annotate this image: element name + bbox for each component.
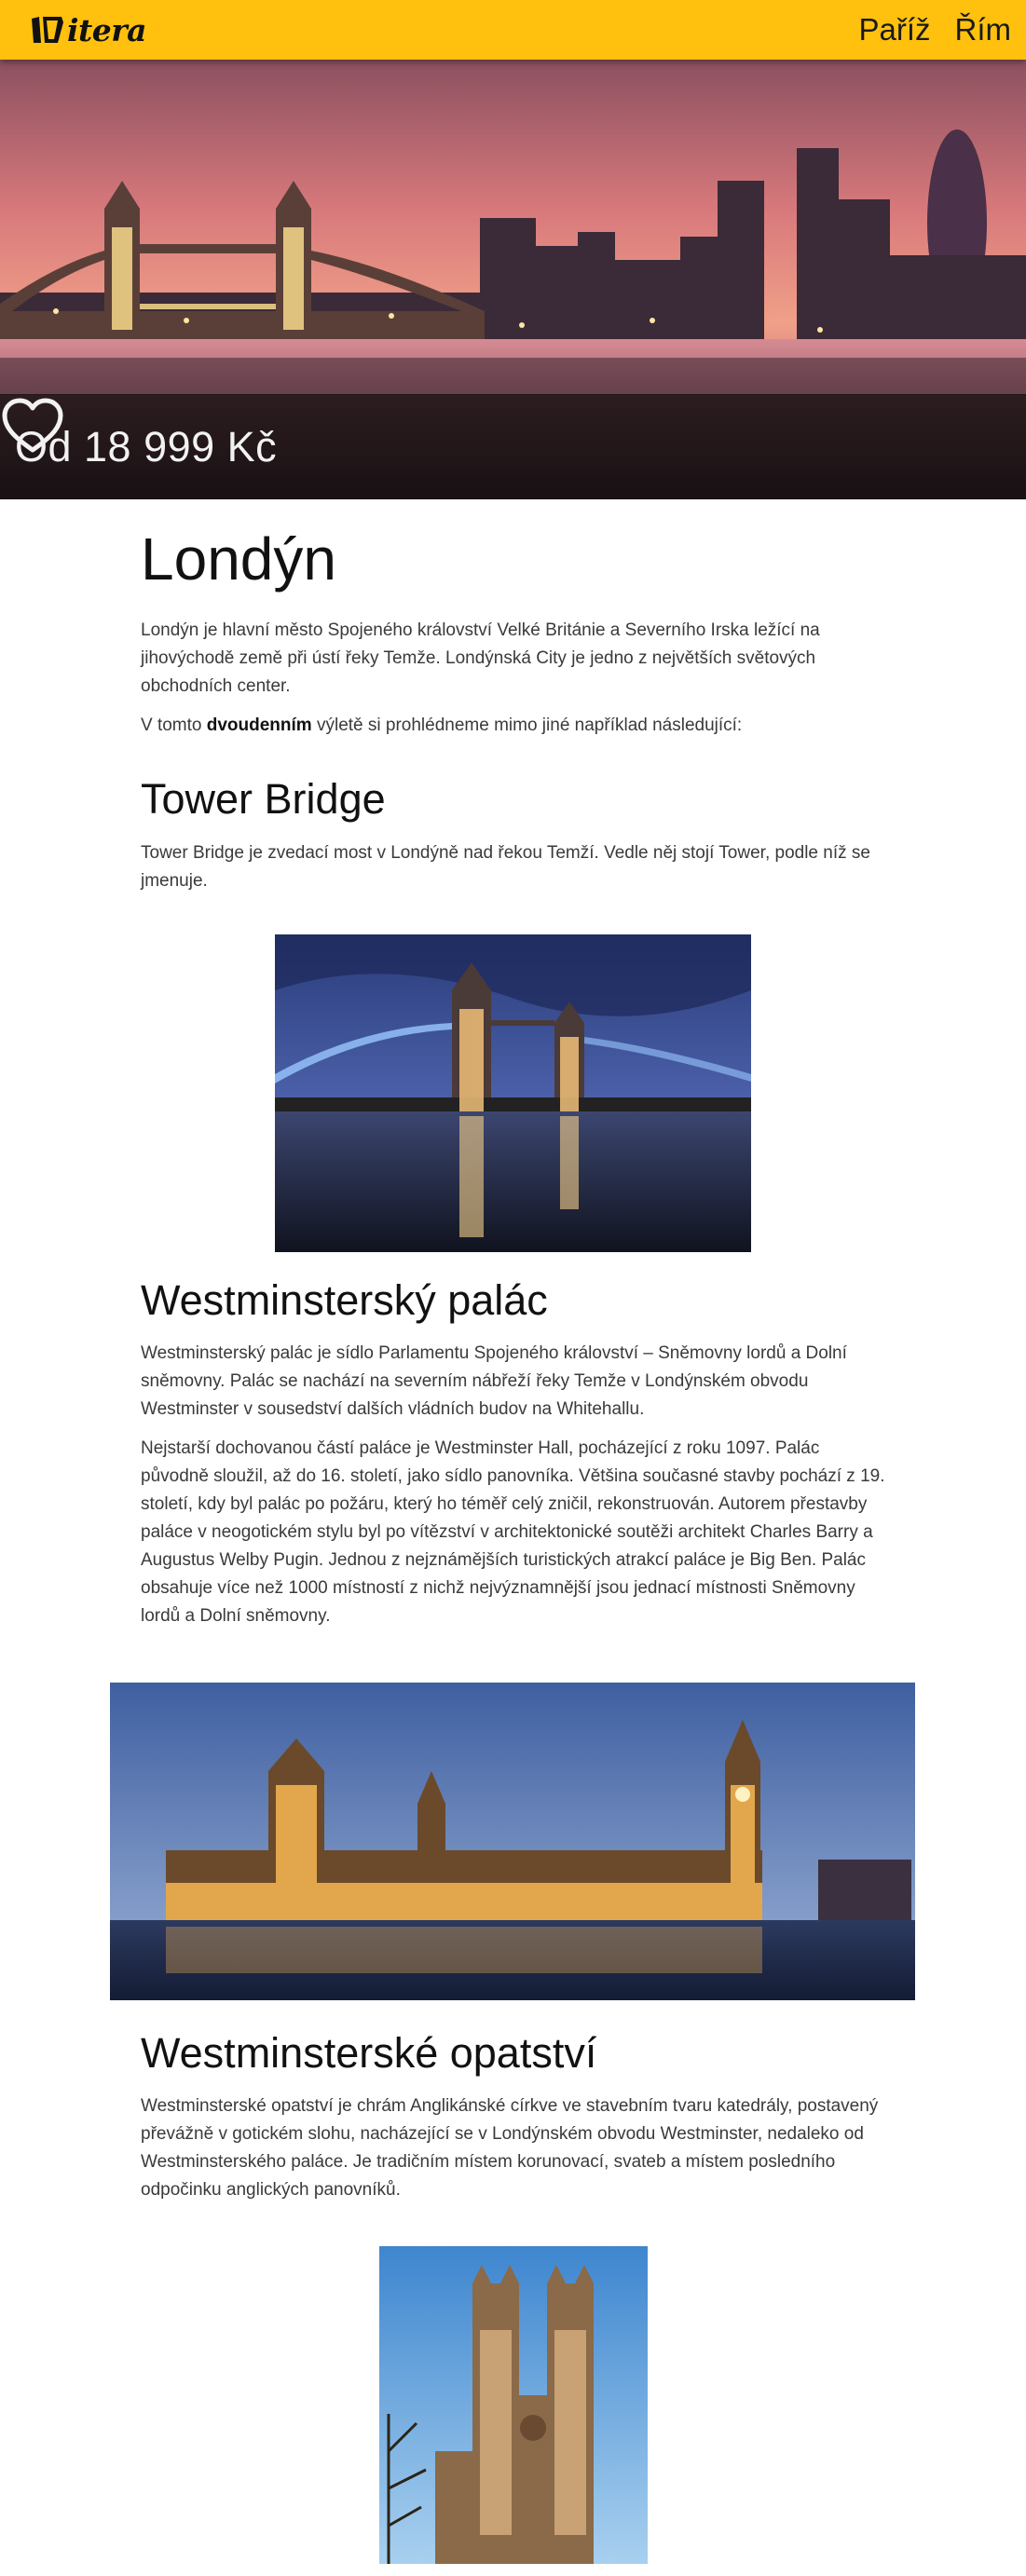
heart-icon[interactable] xyxy=(0,394,65,459)
trip-paragraph: V tomto dvoudenním výletě si prohlédneme… xyxy=(141,712,886,740)
tower-bridge-image xyxy=(275,934,751,1252)
nav-link-rim[interactable]: Řím xyxy=(955,12,1012,48)
trip-duration: dvoudenním xyxy=(206,715,312,735)
section-title-westminster-palace: Westminsterský palác xyxy=(141,1276,548,1324)
section-paragraph: Tower Bridge je zvedací most v Londýně n… xyxy=(141,843,870,892)
section-paragraph: Westminsterské opatství je chrám Angliká… xyxy=(141,2095,879,2200)
logo-mark-icon xyxy=(32,17,63,43)
section-paragraph: Nejstarší dochovanou částí paláce je Wes… xyxy=(141,1438,885,1626)
trip-text-end: výletě si prohlédneme mimo jiné napříkla… xyxy=(311,715,743,735)
section-westminster-palace: Westminsterský palác Westminsterský palá… xyxy=(141,1276,886,1630)
westminster-abbey-image xyxy=(379,2246,648,2564)
page-title: Londýn xyxy=(141,525,336,593)
section-title-tower-bridge: Tower Bridge xyxy=(141,774,386,823)
brand-logo[interactable]: itera xyxy=(30,7,147,52)
trip-text-start: V tomto xyxy=(141,715,207,735)
intro-paragraph: Londýn je hlavní město Spojeného královs… xyxy=(141,620,820,696)
westminster-palace-image xyxy=(110,1683,915,2000)
price-bar: Od 18 999 Kč xyxy=(0,394,1026,499)
section-title-westminster-abbey: Westminsterské opatství xyxy=(141,2029,597,2077)
section-paragraph: Westminsterský palác je sídlo Parlamentu… xyxy=(141,1343,847,1419)
nav-link-pariz[interactable]: Paříž xyxy=(858,12,930,48)
logo-text: itera xyxy=(67,11,147,48)
hero-banner: Od 18 999 Kč xyxy=(0,60,1026,499)
section-westminster-abbey: Westminsterské opatství Westminsterské o… xyxy=(141,2029,886,2204)
top-navbar: itera Paříž Řím xyxy=(0,0,1026,60)
article-content: Londýn Londýn je hlavní město Spojeného … xyxy=(141,499,886,895)
destination-nav: Paříž Řím xyxy=(858,0,1011,60)
